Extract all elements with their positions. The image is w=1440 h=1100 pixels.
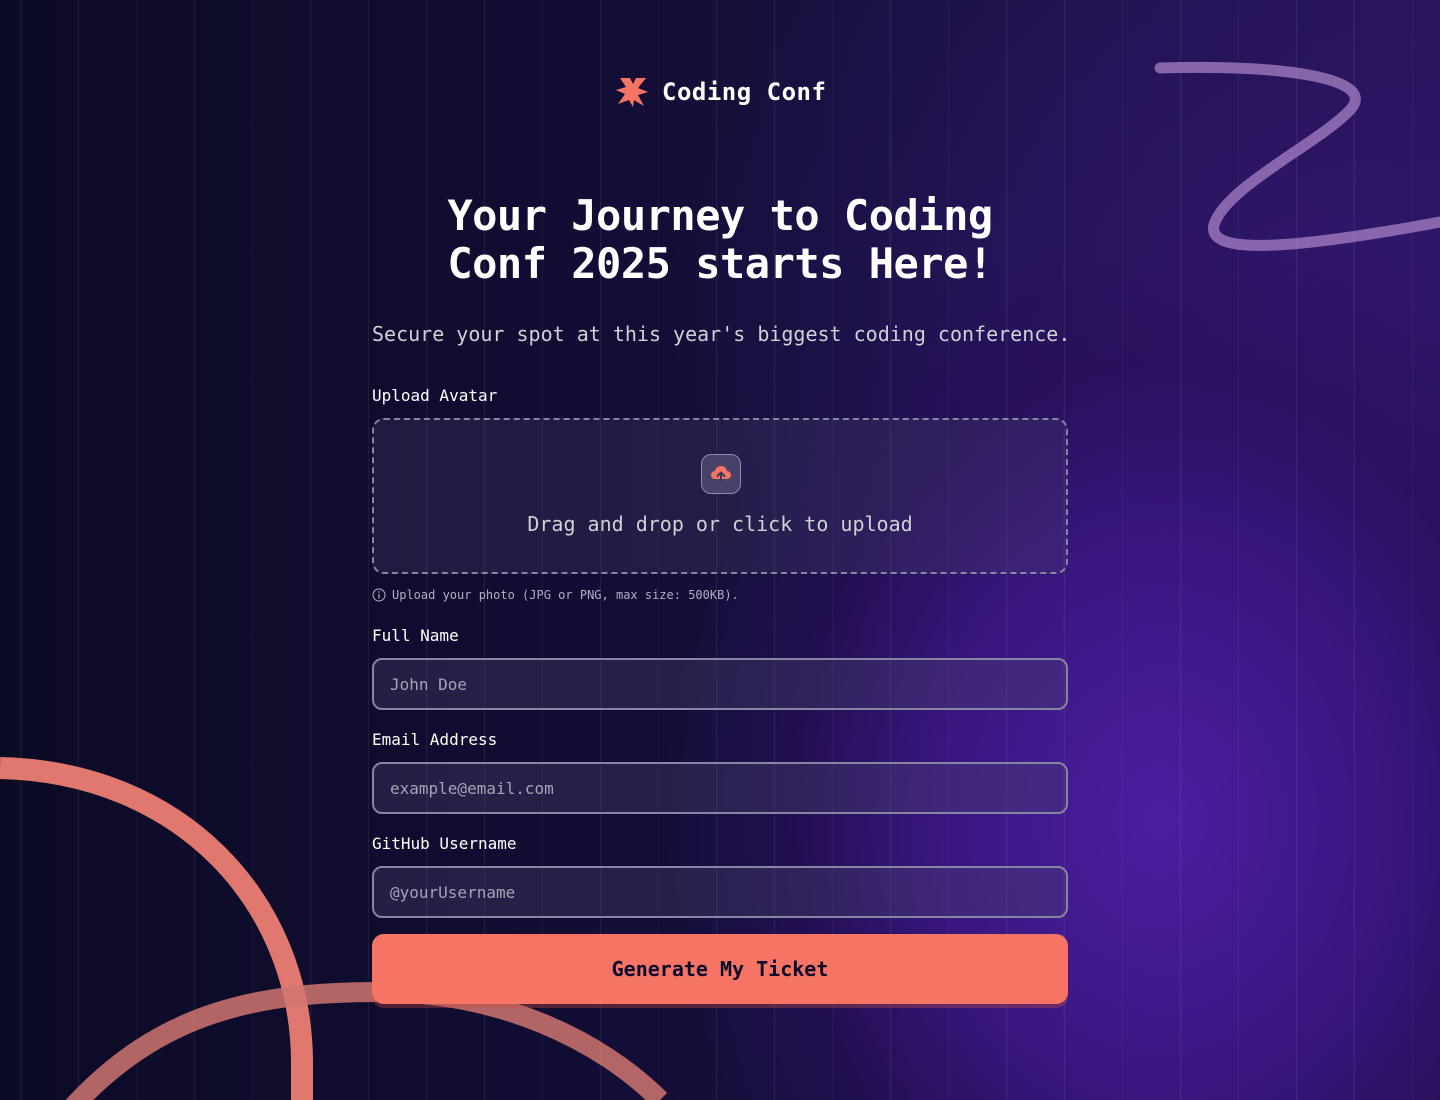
brand-name: Coding Conf xyxy=(662,78,827,106)
avatar-upload-dropzone[interactable]: Drag and drop or click to upload xyxy=(372,418,1068,574)
email-input[interactable] xyxy=(372,762,1068,814)
avatar-label: Upload Avatar xyxy=(372,386,498,405)
bottom-center-arc xyxy=(65,981,668,1100)
info-icon xyxy=(372,588,386,602)
top-right-squiggle xyxy=(1154,61,1440,251)
avatar-hint-text: Upload your photo (JPG or PNG, max size:… xyxy=(392,588,739,602)
full-name-label: Full Name xyxy=(372,626,459,645)
brand-logo[interactable]: Coding Conf xyxy=(616,76,826,108)
page-title: Your Journey to Coding Conf 2025 starts … xyxy=(447,191,993,288)
generate-ticket-button[interactable]: Generate My Ticket xyxy=(372,934,1068,1004)
page-subtitle: Secure your spot at this year's biggest … xyxy=(372,322,1071,346)
email-label: Email Address xyxy=(372,730,498,749)
github-label: GitHub Username xyxy=(372,834,517,853)
dropzone-text: Drag and drop or click to upload xyxy=(527,512,913,536)
coding-conf-logo-icon xyxy=(616,78,648,107)
upload-cloud-icon xyxy=(701,454,741,494)
github-username-input[interactable] xyxy=(372,866,1068,918)
avatar-hint: Upload your photo (JPG or PNG, max size:… xyxy=(372,588,739,602)
full-name-input[interactable] xyxy=(372,658,1068,710)
bottom-left-arc xyxy=(0,757,313,1100)
